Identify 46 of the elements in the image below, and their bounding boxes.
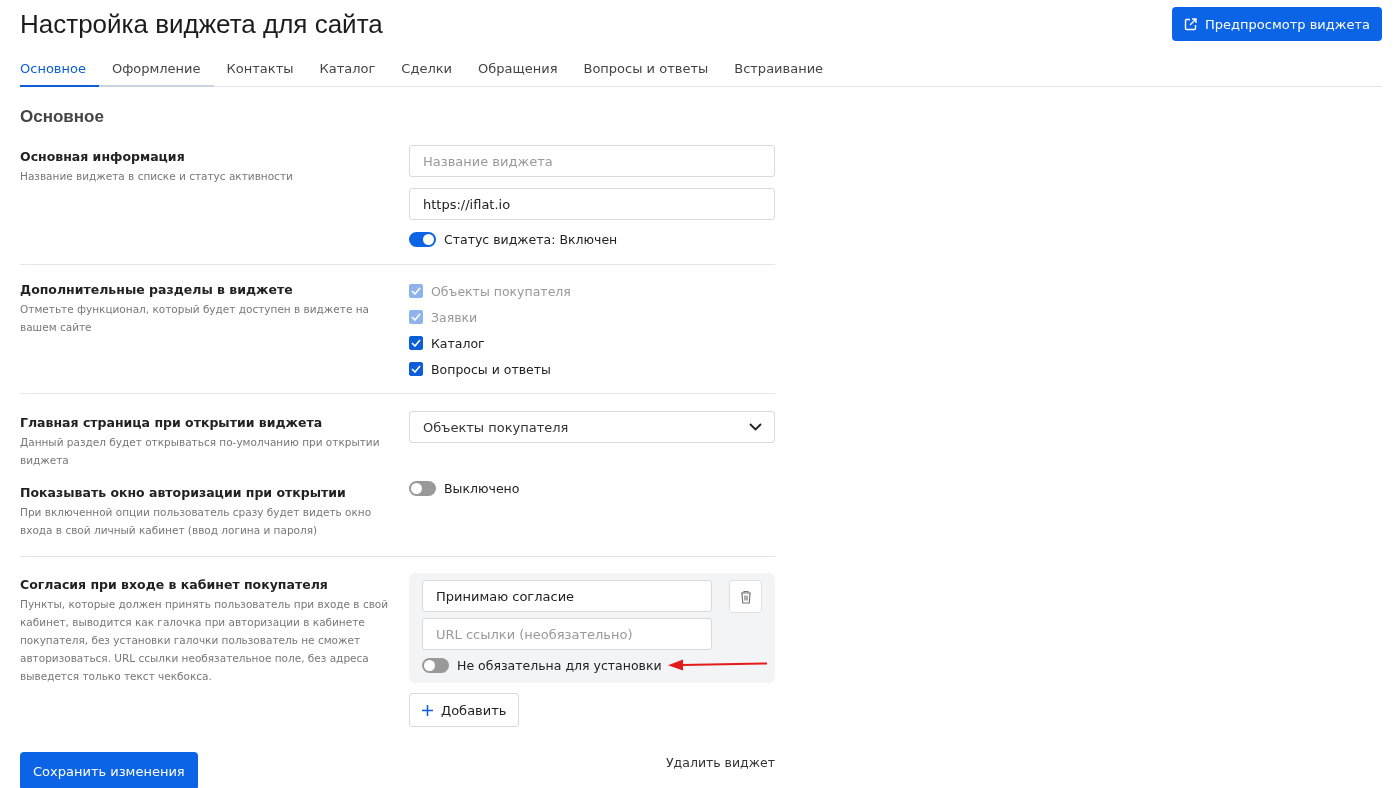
delete-widget-link[interactable]: Удалить виджет [665, 755, 775, 770]
plus-icon [422, 704, 433, 716]
external-link-icon [1184, 17, 1198, 31]
home-page-select[interactable]: Объекты покупателя [409, 411, 775, 443]
tab[interactable]: Каталог [306, 53, 389, 87]
group-description: При включенной опции пользователь сразу будет видеть окно входа в свой личный кабинет (ввод логина и пароля) [20, 505, 373, 538]
section-title: Основное [20, 107, 105, 127]
tab[interactable]: Контакты [213, 53, 307, 87]
checkbox-label: Каталог [431, 335, 485, 351]
group-description: Отметьте функционал, который будет доступен в виджете на вашем сайте [20, 302, 370, 335]
checkbox[interactable] [409, 362, 423, 376]
group-description: Пункты, которые должен принять пользователь при входе в свой кабинет, выводится как галочка при авторизации в кабинете покупателя, без установки галочки пользователь не сможет авторизоваться. URL ссылки необязательное поле, без адреса выведется только текст чекбокса. [20, 597, 390, 684]
checkbox[interactable] [409, 336, 423, 350]
page-title: Настройка виджета для сайта [20, 8, 383, 40]
trash-icon [739, 589, 752, 604]
tab[interactable]: Вопросы и ответы [570, 53, 722, 87]
group-title: Главная страница при открытии виджета [20, 415, 324, 430]
tab[interactable]: Сделки [388, 53, 465, 87]
tab[interactable]: Обращения [465, 53, 571, 87]
chevron-down-icon [749, 423, 762, 431]
group-description: Название виджета в списке и статус активности [20, 169, 294, 184]
auth-toggle[interactable] [409, 481, 436, 496]
group-title: Согласия при входе в кабинет покупателя [20, 577, 329, 592]
save-button[interactable]: Сохранить изменения [20, 752, 198, 788]
preview-button[interactable]: Предпросмотр виджета [1172, 7, 1382, 41]
checkbox-label: Заявки [431, 309, 478, 325]
toggle-label: Выключено [444, 481, 520, 496]
checkbox-label: Вопросы и ответы [431, 361, 551, 377]
delete-button[interactable] [729, 580, 762, 613]
add-button[interactable]: Добавить [409, 693, 520, 727]
toggle-label: Не обязательна для установки [457, 658, 662, 673]
tab[interactable]: Оформление [98, 53, 214, 87]
group-description: Данный раздел будет открываться по-умолчанию при открытии виджета [20, 435, 381, 468]
group-title: Дополнительные разделы в виджете [20, 282, 294, 297]
tab[interactable]: Основное [20, 53, 99, 87]
site-address-field[interactable]: https://iflat.io [409, 188, 775, 220]
toggle-label: Статус виджета: Включен [444, 232, 618, 247]
widget-name-field[interactable]: Название виджета [409, 145, 775, 177]
optional-toggle[interactable] [422, 658, 449, 673]
group-title: Показывать окно авторизации при открытии [20, 485, 347, 500]
tab[interactable]: Встраивание [721, 53, 837, 87]
consent-url-field[interactable]: URL ссылки (необязательно) [422, 618, 712, 650]
status-toggle[interactable] [409, 232, 436, 247]
checkbox-label: Объекты покупателя [431, 283, 571, 299]
group-title: Основная информация [20, 149, 186, 164]
consent-text-field[interactable]: Принимаю согласие [422, 580, 712, 612]
